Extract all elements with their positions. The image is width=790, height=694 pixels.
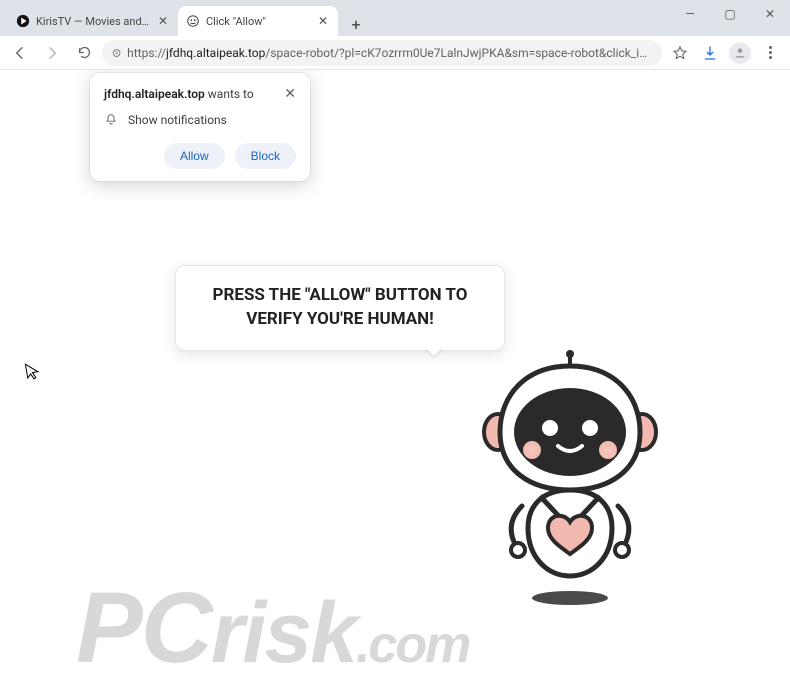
bookmark-star-icon[interactable] — [666, 39, 694, 67]
permission-close-icon[interactable]: ✕ — [284, 87, 296, 101]
tab-active[interactable]: Click "Allow" ✕ — [178, 6, 338, 36]
window-maximize-button[interactable]: ▢ — [710, 0, 750, 28]
permission-wants-to: wants to — [205, 87, 254, 101]
forward-button[interactable] — [38, 39, 66, 67]
tab-inactive[interactable]: KirisTV — Movies and Series D... ✕ — [8, 6, 178, 36]
watermark-p: P — [76, 572, 141, 684]
permission-origin: jfdhq.altaipeak.top — [104, 87, 205, 101]
robot-illustration — [470, 350, 670, 610]
tab-favicon-icon — [186, 14, 200, 28]
watermark-text: PCrisk.com — [76, 571, 469, 686]
kebab-menu-icon[interactable] — [756, 39, 784, 67]
tab-title: KirisTV — Movies and Series D... — [36, 15, 150, 28]
bell-icon — [104, 113, 118, 127]
url-text: https://jfdhq.altaipeak.top/space-robot/… — [127, 46, 652, 60]
url-host: jfdhq.altaipeak.top — [166, 46, 265, 60]
toolbar-right — [666, 39, 784, 67]
watermark-c: C — [141, 572, 211, 684]
address-bar[interactable]: https://jfdhq.altaipeak.top/space-robot/… — [102, 40, 662, 66]
window-minimize-button[interactable]: — — [670, 0, 710, 28]
url-path: /space-robot/?pl=cK7ozrrm0Ue7LalnJwjPKA&… — [265, 46, 652, 60]
profile-avatar-icon[interactable] — [726, 39, 754, 67]
tab-title: Click "Allow" — [206, 15, 310, 28]
watermark-rest: risk — [211, 585, 356, 681]
watermark-tld: .com — [356, 616, 469, 674]
tab-close-icon[interactable]: ✕ — [156, 14, 170, 28]
speech-bubble: PRESS THE "ALLOW" BUTTON TO VERIFY YOU'R… — [175, 265, 505, 351]
notification-permission-popup: jfdhq.altaipeak.top wants to ✕ Show noti… — [90, 73, 310, 181]
permission-line: Show notifications — [128, 113, 227, 127]
site-info-icon[interactable] — [112, 47, 121, 59]
reload-button[interactable] — [70, 39, 98, 67]
tab-favicon-icon — [16, 14, 30, 28]
speech-text: PRESS THE "ALLOW" BUTTON TO VERIFY YOU'R… — [213, 285, 468, 329]
window-controls: — ▢ ✕ — [670, 0, 790, 28]
page-viewport: jfdhq.altaipeak.top wants to ✕ Show noti… — [0, 70, 790, 694]
window-close-button[interactable]: ✕ — [750, 0, 790, 28]
new-tab-button[interactable]: + — [344, 12, 368, 36]
url-scheme: https:// — [127, 46, 166, 60]
mouse-cursor-icon — [24, 361, 42, 385]
browser-toolbar: https://jfdhq.altaipeak.top/space-robot/… — [0, 36, 790, 70]
allow-button[interactable]: Allow — [164, 143, 225, 169]
permission-origin-text: jfdhq.altaipeak.top wants to — [104, 87, 254, 101]
back-button[interactable] — [6, 39, 34, 67]
download-icon[interactable] — [696, 39, 724, 67]
browser-titlebar: KirisTV — Movies and Series D... ✕ Click… — [0, 0, 790, 36]
block-button[interactable]: Block — [235, 143, 296, 169]
tab-strip: KirisTV — Movies and Series D... ✕ Click… — [8, 2, 368, 36]
tab-close-icon[interactable]: ✕ — [316, 14, 330, 28]
